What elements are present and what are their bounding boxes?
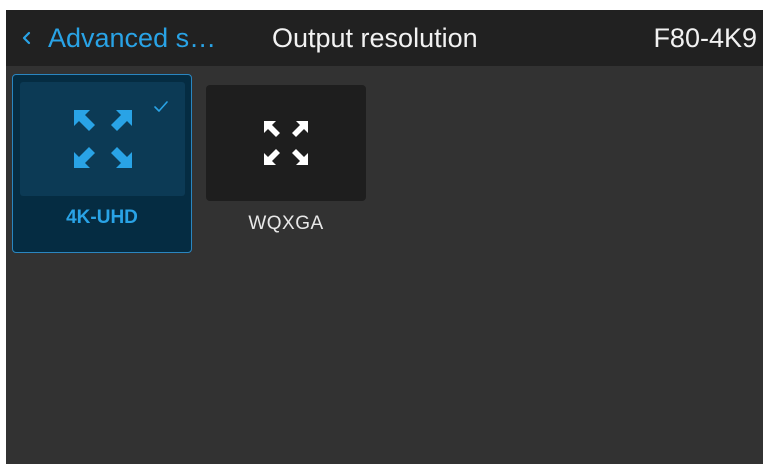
option-label: WQXGA: [248, 213, 324, 234]
header-bar: Advanced s… Output resolution F80-4K9: [6, 10, 763, 66]
expand-arrows-icon: [73, 110, 132, 168]
option-wqxga-icon-area: [206, 85, 366, 201]
back-button[interactable]: Advanced s…: [20, 10, 216, 66]
device-name: F80-4K9: [653, 23, 757, 53]
check-icon: [154, 101, 168, 112]
option-4k-uhd-icon-area: [20, 82, 185, 196]
option-label: 4K-UHD: [66, 207, 138, 228]
option-4k-uhd[interactable]: 4K-UHD: [12, 74, 192, 253]
back-label: Advanced s…: [48, 22, 217, 53]
expand-arrows-icon: [264, 121, 308, 165]
chevron-left-icon: [22, 31, 31, 45]
page-title: Output resolution: [272, 23, 478, 53]
option-wqxga[interactable]: WQXGA: [206, 85, 366, 245]
screen: Advanced s… Output resolution F80-4K9 4K…: [6, 10, 763, 464]
